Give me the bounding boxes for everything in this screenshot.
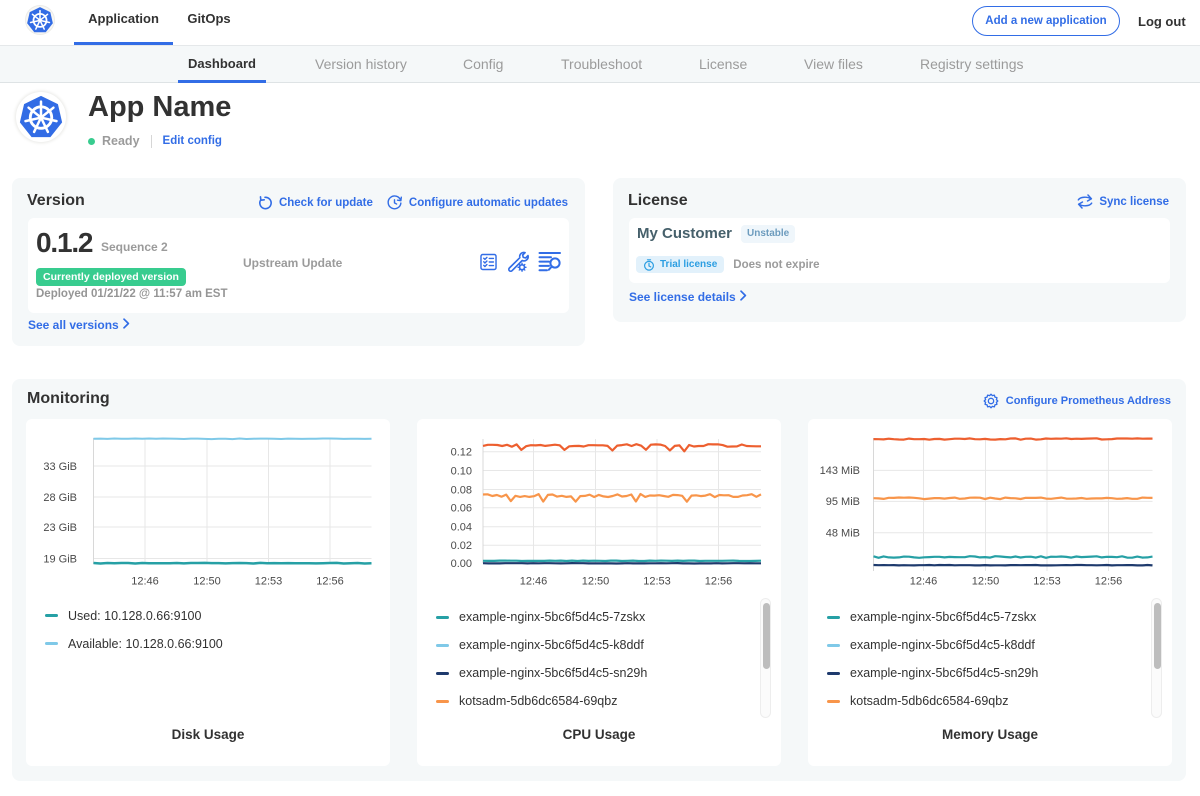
svg-text:0.04: 0.04 bbox=[451, 522, 472, 534]
svg-text:95 MiB: 95 MiB bbox=[826, 496, 860, 508]
svg-text:0.12: 0.12 bbox=[451, 447, 472, 459]
svg-text:12:53: 12:53 bbox=[1033, 576, 1061, 588]
svg-text:12:46: 12:46 bbox=[910, 576, 938, 588]
svg-text:33 GiB: 33 GiB bbox=[43, 461, 77, 473]
svg-text:48 MiB: 48 MiB bbox=[826, 528, 860, 540]
svg-text:12:53: 12:53 bbox=[643, 576, 671, 588]
svg-text:19 GiB: 19 GiB bbox=[43, 553, 77, 565]
svg-text:23 GiB: 23 GiB bbox=[43, 522, 77, 534]
svg-text:0.06: 0.06 bbox=[451, 503, 472, 515]
svg-text:12:50: 12:50 bbox=[582, 576, 610, 588]
svg-text:12:56: 12:56 bbox=[705, 576, 733, 588]
svg-text:143 MiB: 143 MiB bbox=[820, 465, 860, 477]
svg-text:12:56: 12:56 bbox=[316, 576, 344, 588]
svg-text:12:46: 12:46 bbox=[131, 576, 159, 588]
svg-text:0.02: 0.02 bbox=[451, 540, 472, 552]
svg-text:28 GiB: 28 GiB bbox=[43, 492, 77, 504]
svg-text:12:46: 12:46 bbox=[520, 576, 548, 588]
svg-text:0.10: 0.10 bbox=[451, 465, 472, 477]
svg-text:12:50: 12:50 bbox=[193, 576, 221, 588]
svg-text:12:53: 12:53 bbox=[255, 576, 283, 588]
svg-text:12:50: 12:50 bbox=[972, 576, 1000, 588]
svg-text:0.08: 0.08 bbox=[451, 484, 472, 496]
svg-text:0.00: 0.00 bbox=[451, 558, 472, 570]
svg-text:12:56: 12:56 bbox=[1095, 576, 1123, 588]
